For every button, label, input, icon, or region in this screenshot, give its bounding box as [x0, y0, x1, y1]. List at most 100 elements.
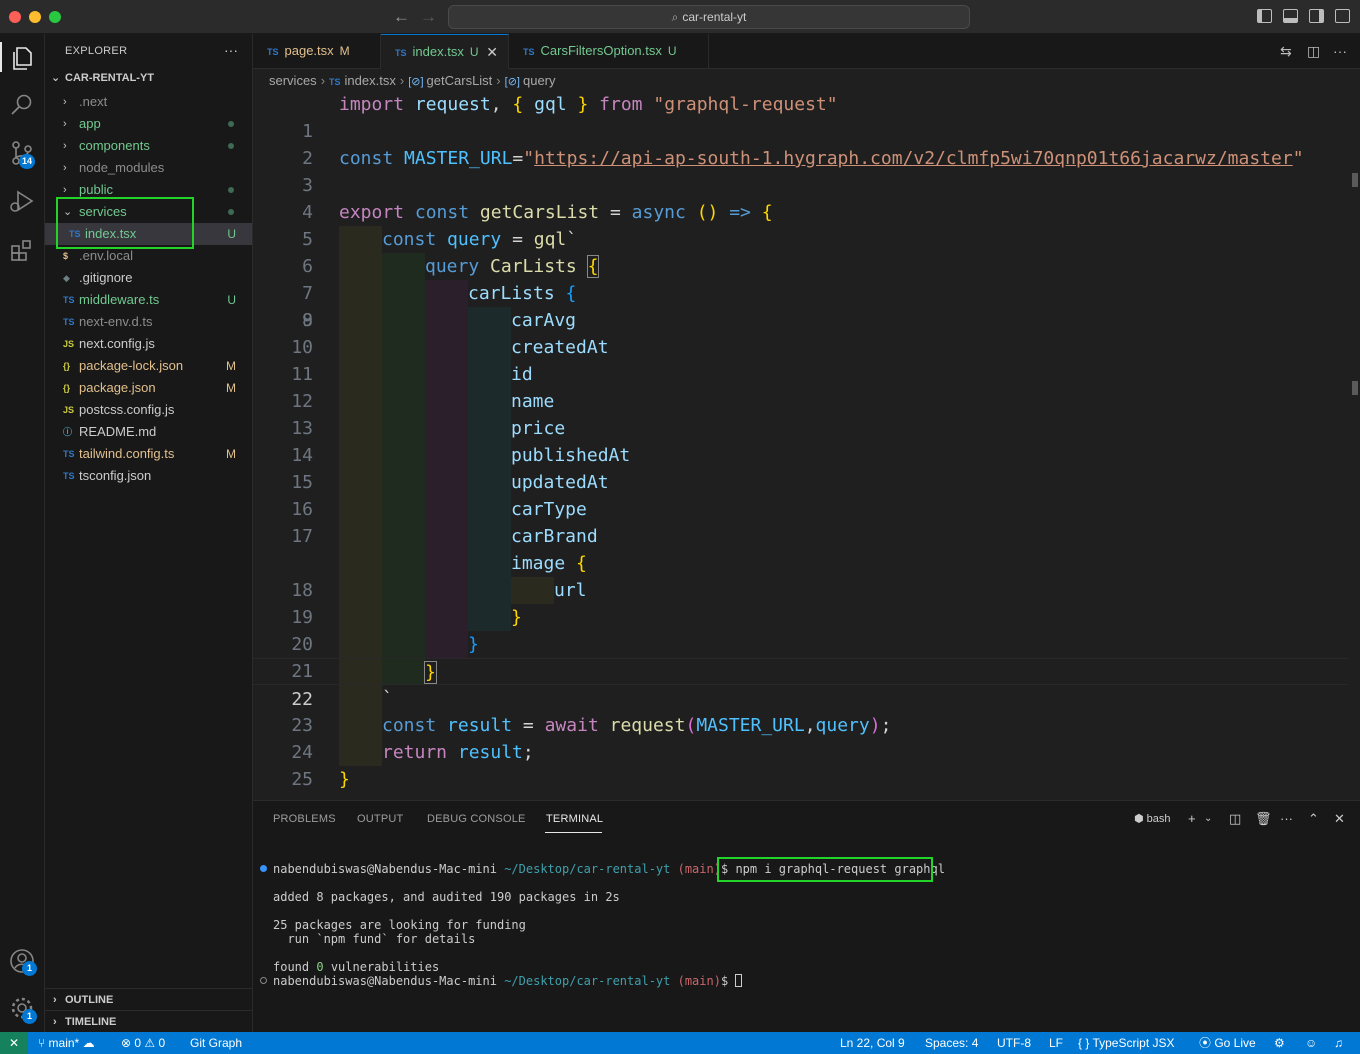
- code-line: 14 publishedAt: [253, 442, 1348, 469]
- editor-more-icon[interactable]: ···: [1333, 43, 1347, 59]
- language-mode[interactable]: { } TypeScript JSX: [1078, 1032, 1175, 1054]
- workspace-root[interactable]: ⌄ CAR-RENTAL-YT: [51, 71, 154, 84]
- chevron-right-icon: ›: [496, 73, 501, 88]
- feedback-icon[interactable]: ☺: [1305, 1032, 1317, 1054]
- toggle-panel-icon[interactable]: [1283, 9, 1298, 23]
- run-debug-icon[interactable]: [8, 187, 36, 215]
- file-tree-item[interactable]: TS next-env.d.ts: [45, 311, 252, 333]
- file-tree-item[interactable]: JS next.config.js: [45, 333, 252, 355]
- breadcrumb-variable[interactable]: query: [523, 73, 556, 88]
- tab-debug-console[interactable]: DEBUG CONSOLE: [427, 813, 526, 825]
- branch-indicator[interactable]: ⑂ main* ☁: [38, 1032, 95, 1054]
- command-center-search[interactable]: ⌕ car-rental-yt: [448, 5, 970, 29]
- terminal-prompt-line[interactable]: nabendubiswas@Nabendus-Mac-mini ~/Deskto…: [273, 974, 743, 988]
- panel-more-icon[interactable]: ···: [1280, 811, 1293, 826]
- split-editor-icon[interactable]: ◫: [1307, 43, 1320, 60]
- notifications-bell-icon[interactable]: ♫: [1334, 1032, 1343, 1054]
- token: carLists: [468, 283, 555, 304]
- minimize-window-button[interactable]: [29, 11, 41, 23]
- copilot-icon[interactable]: ⚙: [1274, 1032, 1285, 1054]
- new-terminal-icon[interactable]: +: [1188, 811, 1196, 826]
- file-tree-item[interactable]: {} package-lock.json M: [45, 355, 252, 377]
- close-panel-icon[interactable]: ✕: [1334, 811, 1345, 827]
- code-line: 13 price: [253, 415, 1348, 442]
- explorer-sidebar: EXPLORER ··· ⌄ CAR-RENTAL-YT › .next › app › c…: [45, 34, 253, 1032]
- code-line: 19 url: [253, 577, 1348, 628]
- typescript-icon: TS: [523, 47, 535, 57]
- tab-output[interactable]: OUTPUT: [357, 813, 403, 825]
- forward-arrow-icon[interactable]: →: [420, 7, 437, 27]
- git-status-dot: [228, 143, 234, 149]
- encoding[interactable]: UTF-8: [997, 1032, 1031, 1054]
- maximize-window-button[interactable]: [49, 11, 61, 23]
- file-tree-item[interactable]: › app: [45, 113, 252, 135]
- split-terminal-icon[interactable]: ◫: [1229, 811, 1241, 827]
- tab-page-tsx[interactable]: TS page.tsx M: [253, 34, 381, 69]
- file-tree-item[interactable]: ◆ .gitignore: [45, 267, 252, 289]
- chevron-right-icon: ›: [63, 96, 67, 108]
- breadcrumb: services › TS index.tsx › [⊘] getCarsList › [⊘] q…: [269, 72, 556, 90]
- outline-section[interactable]: › OUTLINE: [45, 988, 252, 1010]
- url-link[interactable]: https://api-ap-south-1.hygraph.com/v2/cl…: [534, 148, 1293, 169]
- maximize-panel-icon[interactable]: ⌃: [1308, 811, 1319, 827]
- code-text: return result;: [382, 739, 534, 766]
- toggle-secondary-sidebar-icon[interactable]: [1309, 9, 1324, 23]
- chevron-right-icon: ›: [53, 1016, 57, 1028]
- vscode-window: ← → ⌕ car-rental-yt 14 1 1 EXPLORER ··· …: [0, 0, 1360, 1054]
- file-tree-item[interactable]: › .next: [45, 91, 252, 113]
- customize-layout-icon[interactable]: [1335, 9, 1350, 23]
- file-tree-item[interactable]: ⓘ README.md: [45, 421, 252, 443]
- json-file-icon: {}: [63, 361, 71, 371]
- file-tree-item[interactable]: JS postcss.config.js: [45, 399, 252, 421]
- search-icon[interactable]: [8, 91, 36, 119]
- tab-problems[interactable]: PROBLEMS: [273, 813, 336, 825]
- token: (: [685, 715, 697, 736]
- code-text: const result = await request(MASTER_URL,…: [382, 712, 891, 739]
- close-tab-icon[interactable]: ✕: [486, 35, 498, 69]
- toggle-primary-sidebar-icon[interactable]: [1257, 9, 1272, 23]
- breadcrumb-function[interactable]: getCarsList: [427, 73, 493, 88]
- compare-changes-icon[interactable]: ⇆: [1280, 43, 1292, 60]
- end-of-line[interactable]: LF: [1049, 1032, 1063, 1054]
- go-live-button[interactable]: ⦿ Go Live: [1199, 1032, 1256, 1054]
- chevron-down-icon[interactable]: ⌄: [1204, 813, 1212, 824]
- file-tree-item[interactable]: TS middleware.ts U: [45, 289, 252, 311]
- code-editor[interactable]: 1 import request, { gql } from "graphql-…: [253, 91, 1360, 799]
- token: }: [577, 94, 589, 115]
- trash-icon[interactable]: 🗑: [1255, 811, 1272, 827]
- back-arrow-icon[interactable]: ←: [393, 7, 410, 27]
- remote-indicator-icon[interactable]: ✕: [0, 1032, 28, 1054]
- token: ): [869, 715, 881, 736]
- token: async: [631, 202, 686, 223]
- code-line: 1 import request, { gql } from "graphql-…: [253, 91, 1348, 142]
- file-tree-item[interactable]: › components: [45, 135, 252, 157]
- tab-carsfiltersoption-tsx[interactable]: TS CarsFiltersOption.tsx U: [509, 34, 709, 69]
- breadcrumb-folder[interactable]: services: [269, 73, 317, 88]
- extensions-icon[interactable]: [8, 236, 36, 264]
- terminal-shell-selector[interactable]: ⬢ bash: [1134, 812, 1171, 825]
- indentation[interactable]: Spaces: 4: [925, 1032, 978, 1054]
- scrollbar-marker[interactable]: [1352, 173, 1358, 187]
- code-text: query CarLists {: [425, 253, 600, 280]
- explorer-icon[interactable]: [8, 44, 36, 72]
- line-number: 17: [291, 526, 313, 547]
- code-line: 20 }: [253, 604, 1348, 655]
- file-tree-item[interactable]: › node_modules: [45, 157, 252, 179]
- cursor-position[interactable]: Ln 22, Col 9: [840, 1032, 905, 1054]
- git-graph-button[interactable]: Git Graph: [190, 1032, 242, 1054]
- file-tree-item[interactable]: TS tsconfig.json: [45, 465, 252, 487]
- file-tree-item[interactable]: {} package.json M: [45, 377, 252, 399]
- close-window-button[interactable]: [9, 11, 21, 23]
- file-tree-item[interactable]: TS tailwind.config.ts M: [45, 443, 252, 465]
- code-line: 5 export const getCarsList = async () =>…: [253, 199, 1348, 250]
- ts-file-icon: TS: [63, 449, 75, 459]
- timeline-section[interactable]: › TIMELINE: [45, 1010, 252, 1032]
- problems-indicator[interactable]: ⊗ 0 ⚠ 0: [121, 1032, 165, 1054]
- tab-index-tsx[interactable]: TS index.tsx U ✕: [381, 34, 509, 69]
- tab-terminal[interactable]: TERMINAL: [546, 813, 603, 825]
- scrollbar-marker[interactable]: [1352, 381, 1358, 395]
- more-actions-icon[interactable]: ···: [224, 42, 238, 58]
- git-status-dot: [228, 187, 234, 193]
- token: getCarsList: [479, 202, 600, 223]
- breadcrumb-file[interactable]: index.tsx: [345, 73, 396, 88]
